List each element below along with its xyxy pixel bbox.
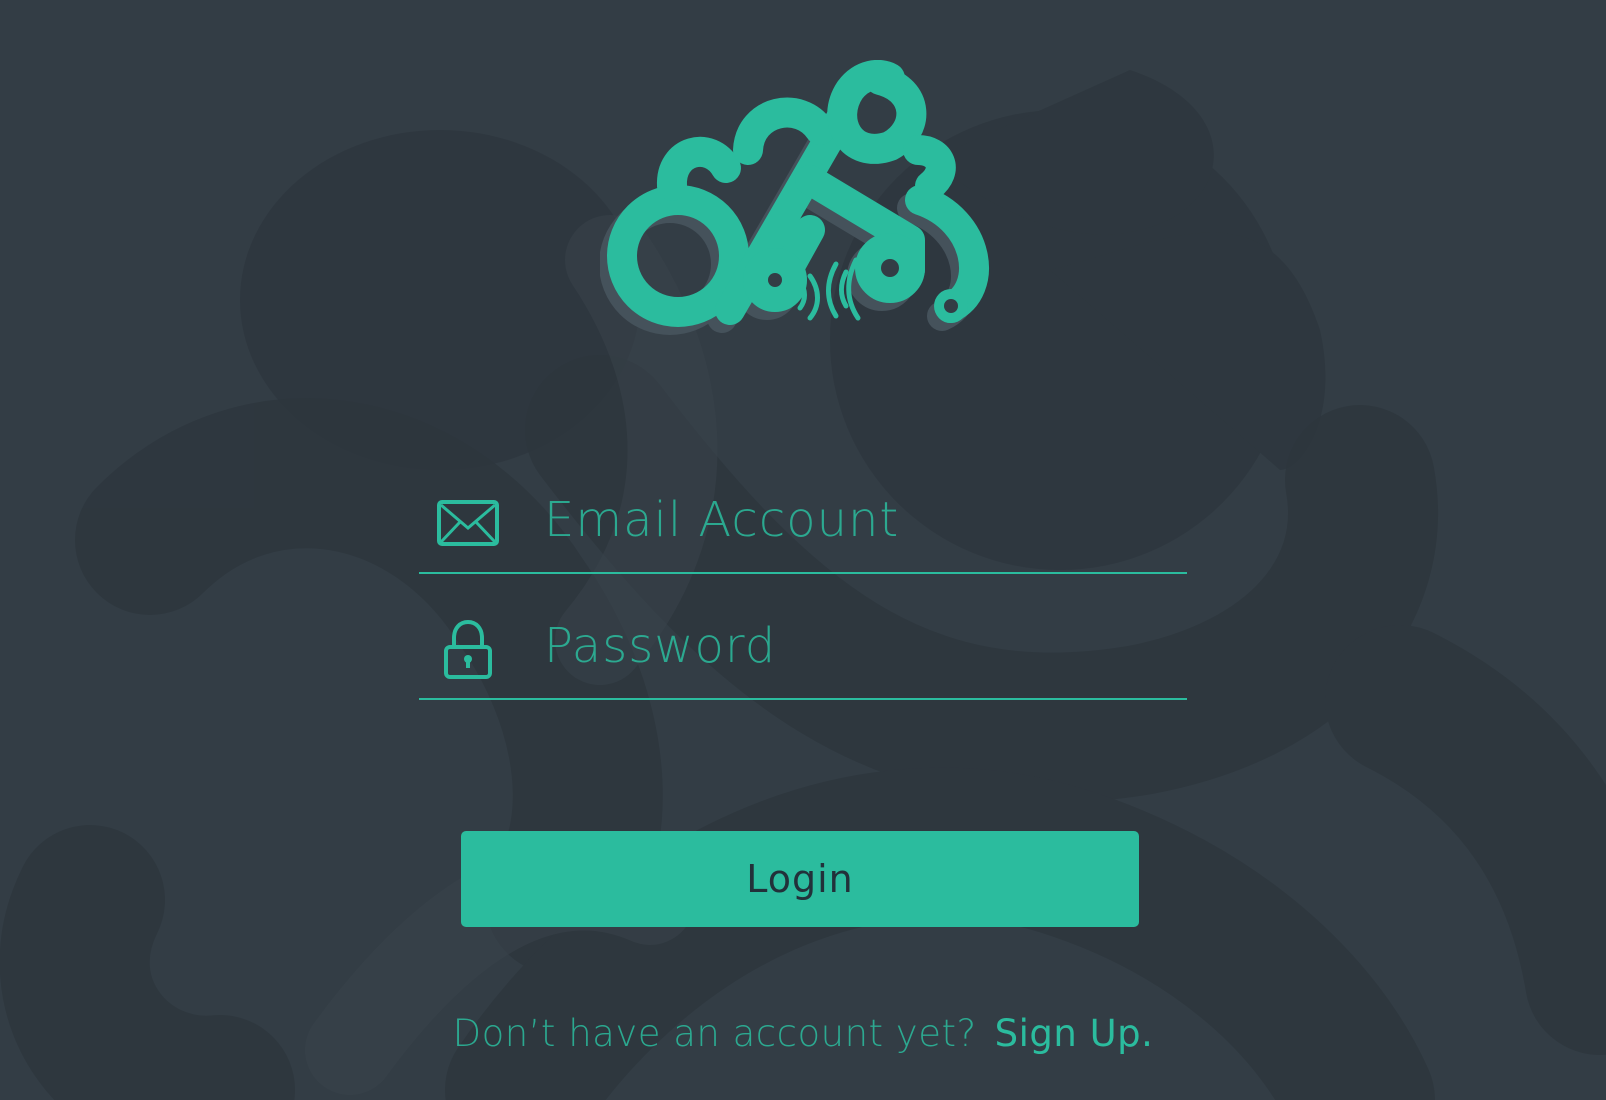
bicycle-circuit-logo <box>600 60 989 335</box>
login-button[interactable]: Login <box>461 831 1139 927</box>
lock-icon <box>444 619 492 679</box>
signup-link[interactable]: Sign Up. <box>995 1012 1154 1055</box>
login-screen: Login Don’t have an account yet? Sign Up. <box>0 0 1606 1100</box>
password-field-row <box>419 602 1187 700</box>
email-input[interactable] <box>544 484 1164 556</box>
signup-row: Don’t have an account yet? Sign Up. <box>0 1012 1606 1055</box>
password-input[interactable] <box>544 610 1164 682</box>
email-field-row <box>419 476 1187 574</box>
envelope-icon <box>437 500 499 546</box>
signup-prompt: Don’t have an account yet? <box>452 1012 977 1055</box>
